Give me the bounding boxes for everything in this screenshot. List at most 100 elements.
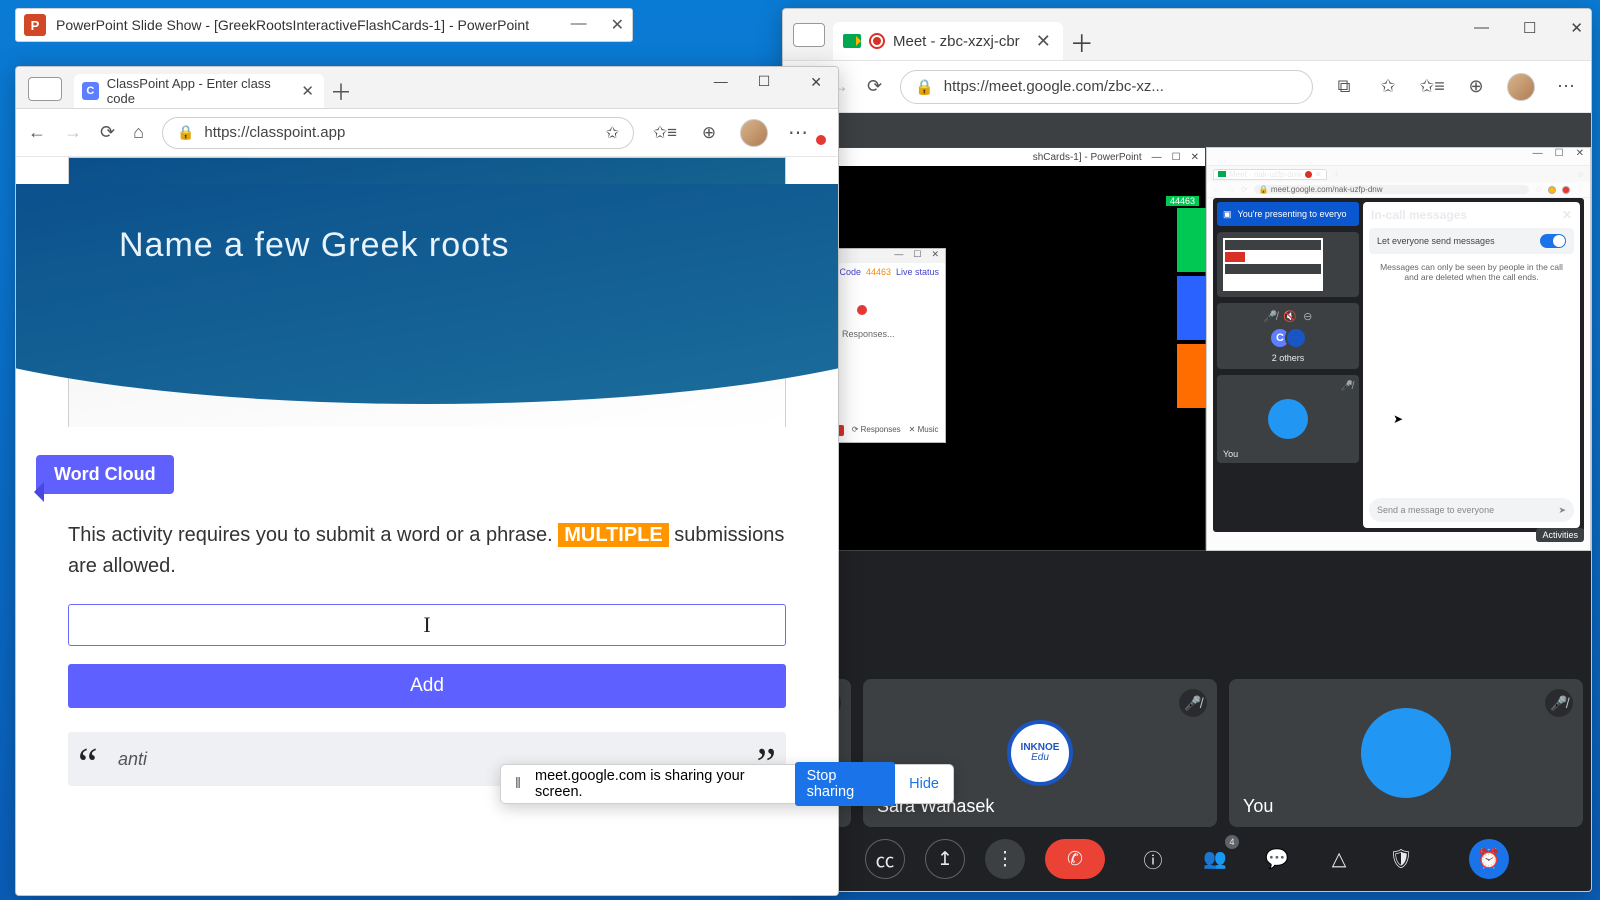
mic-off-icon: 🎤̸ [1545, 689, 1573, 717]
meet-window: Meet - zbc-xzxj-cbr ✕ ＋ — ☐ ✕ ← → ⟳ 🔒 ht… [782, 8, 1592, 892]
toggle-switch-icon[interactable] [1540, 234, 1566, 248]
text-cursor-icon: I [423, 612, 430, 638]
refresh-button[interactable]: ⟳ [867, 76, 882, 97]
toolbox-button[interactable]: ⏰ [1469, 839, 1509, 879]
pip-icon[interactable]: ⧉ [1331, 74, 1357, 100]
tab-actions-icon[interactable] [28, 77, 62, 101]
new-tab-button[interactable]: ＋ [324, 74, 358, 108]
profile-avatar[interactable] [1507, 73, 1535, 101]
mic-off-icon: 🎤̸ [1179, 689, 1207, 717]
favorites-icon[interactable]: ✩≡ [652, 120, 678, 146]
nested-meet-window: —☐✕ Meet - nak-uzfp-dnw✕＋⊘ ←→⟳🔒 meet.goo… [1206, 147, 1591, 551]
tab-classpoint[interactable]: C ClassPoint App - Enter class code ✕ [74, 74, 324, 108]
present-button[interactable]: ↥ [925, 839, 965, 879]
powerpoint-titlebar: P PowerPoint Slide Show - [GreekRootsInt… [15, 8, 633, 42]
recording-icon [869, 33, 885, 49]
activity-type-badge: Word Cloud [36, 455, 174, 494]
new-tab-button[interactable]: ＋ [1063, 22, 1101, 60]
tab-actions-icon[interactable] [793, 23, 825, 47]
answer-input[interactable]: I [68, 604, 786, 646]
instructions: This activity requires you to submit a w… [68, 520, 786, 582]
tab-close-icon[interactable]: ✕ [301, 82, 314, 100]
powerpoint-icon: P [24, 14, 46, 36]
captions-button[interactable]: ㏄ [865, 839, 905, 879]
participant-tiles: 🎤̸ 🎤̸ INKNOEEdu Sara Wanasek 🎤̸ You [791, 679, 1583, 827]
favorites-icon[interactable]: ✩≡ [1419, 74, 1445, 100]
question-slide: Name a few Greek roots [68, 157, 786, 427]
sharing-toast: ‖ meet.google.com is sharing your screen… [500, 764, 954, 804]
pause-icon[interactable]: ‖ [515, 776, 521, 792]
info-button[interactable]: ⓘ [1133, 839, 1173, 879]
send-icon[interactable]: ➤ [1558, 505, 1566, 516]
chat-title: In-call messages [1371, 208, 1467, 222]
tab-title: ClassPoint App - Enter class code [107, 76, 290, 106]
home-button[interactable]: ⌂ [133, 122, 144, 143]
minimize-button[interactable]: — [714, 73, 728, 92]
minimize-button[interactable]: — [571, 15, 587, 35]
messages-toggle[interactable]: Let everyone send messages [1369, 228, 1574, 254]
tab-meet[interactable]: Meet - zbc-xzxj-cbr ✕ [833, 22, 1063, 60]
others-tile[interactable]: 🎤̸🔇⊖ C 2 others [1217, 303, 1359, 369]
url-field[interactable]: 🔒 https://classpoint.app ✩ [162, 117, 634, 149]
url-text: https://classpoint.app [204, 124, 345, 141]
tab-close-icon[interactable]: ✕ [1036, 31, 1051, 52]
close-button[interactable]: ✕ [800, 73, 832, 92]
profile-avatar[interactable] [740, 119, 768, 147]
hide-button[interactable]: Hide [909, 776, 939, 792]
you-avatar [1361, 708, 1451, 798]
nested-powerpoint: shCards-1] - PowerPoint—☐✕ 44463 —☐✕ .ap… [783, 147, 1206, 551]
meet-controls: ㏄ ↥ ⋮ ✆ ⓘ 👥4 💬 △ 🛡 ⏰ [783, 827, 1591, 891]
toast-message: meet.google.com is sharing your screen. [535, 768, 781, 800]
close-button[interactable]: ✕ [1570, 19, 1583, 37]
url-field[interactable]: 🔒 https://meet.google.com/zbc-xz... [900, 70, 1313, 104]
activities-button[interactable]: △ [1319, 839, 1359, 879]
classpoint-favicon-icon: C [82, 82, 99, 100]
address-bar: ← → ⟳ 🔒 https://meet.google.com/zbc-xz..… [783, 61, 1591, 113]
close-icon[interactable]: ✕ [1562, 208, 1572, 222]
shared-screen-area: shCards-1] - PowerPoint—☐✕ 44463 —☐✕ .ap… [783, 147, 1591, 551]
mic-off-icon: 🎤̸ [1341, 381, 1353, 392]
meet-favicon-icon [843, 34, 861, 48]
counter-badge: 44463 [1166, 196, 1199, 206]
you-tile[interactable]: 🎤̸ You [1217, 375, 1359, 463]
powerpoint-title: PowerPoint Slide Show - [GreekRootsInter… [56, 17, 529, 33]
tab-strip: Meet - zbc-xzxj-cbr ✕ ＋ — ☐ ✕ [783, 9, 1591, 61]
address-bar: ← → ⟳ ⌂ 🔒 https://classpoint.app ✩ ✩≡ ⊕ … [16, 109, 838, 157]
host-controls-button[interactable]: 🛡 [1381, 839, 1421, 879]
maximize-button[interactable]: ☐ [758, 73, 771, 92]
refresh-button[interactable]: ⟳ [100, 122, 115, 143]
volume-off-icon: 🔇 [1283, 310, 1297, 323]
tile-you[interactable]: 🎤̸ You [1229, 679, 1583, 827]
notification-dot-icon [816, 135, 826, 145]
inknoe-avatar: INKNOEEdu [1007, 720, 1073, 786]
tab-title: Meet - zbc-xzxj-cbr [893, 33, 1020, 50]
nested-pp-title: shCards-1] - PowerPoint [1033, 152, 1142, 163]
people-button[interactable]: 👥4 [1195, 839, 1235, 879]
more-icon[interactable]: ⋯ [786, 120, 812, 146]
forward-button[interactable]: → [64, 122, 82, 143]
stop-sharing-button[interactable]: Stop sharing [795, 762, 896, 806]
back-button[interactable]: ← [28, 122, 46, 143]
presenting-banner: ▣You're presenting to everyo [1217, 202, 1359, 226]
chat-panel: In-call messages ✕ Let everyone send mess… [1363, 202, 1580, 528]
mouse-cursor-icon: ➤ [1393, 412, 1403, 426]
star-icon[interactable]: ✩ [606, 123, 619, 143]
chat-note: Messages can only be seen by people in t… [1363, 254, 1580, 290]
recording-dot-icon [857, 305, 867, 315]
collections-icon[interactable]: ⊕ [696, 120, 722, 146]
collections-icon[interactable]: ⊕ [1463, 74, 1489, 100]
lock-icon: 🔒 [915, 78, 934, 96]
more-icon[interactable]: ⋯ [1553, 74, 1579, 100]
leave-call-button[interactable]: ✆ [1045, 839, 1105, 879]
activities-tooltip: Activities [1536, 528, 1584, 542]
minimize-button[interactable]: — [1474, 19, 1489, 37]
star-icon[interactable]: ✩ [1375, 74, 1401, 100]
chat-input[interactable]: Send a message to everyone➤ [1369, 498, 1574, 522]
add-button[interactable]: Add [68, 664, 786, 708]
chat-button[interactable]: 💬 [1257, 839, 1297, 879]
close-button[interactable]: ✕ [611, 15, 624, 35]
more-options-button[interactable]: ⋮ [985, 839, 1025, 879]
tile-sara[interactable]: 🎤̸ INKNOEEdu Sara Wanasek [863, 679, 1217, 827]
remove-icon: ⊖ [1303, 310, 1312, 323]
maximize-button[interactable]: ☐ [1523, 19, 1536, 37]
